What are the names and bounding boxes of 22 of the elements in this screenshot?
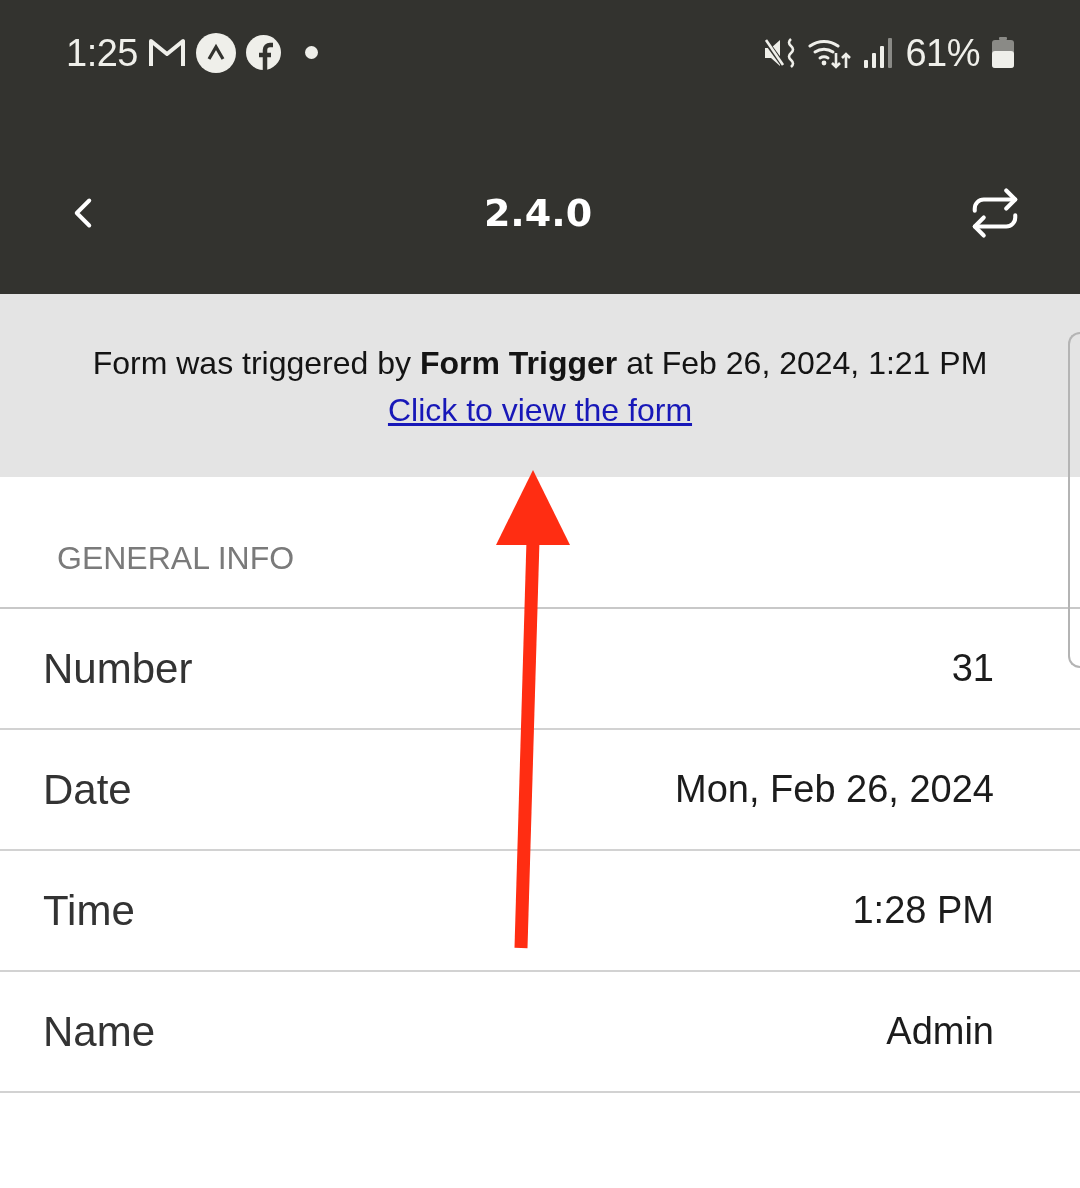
battery-percent: 61% — [905, 33, 980, 72]
field-value: 31 — [951, 647, 994, 690]
trigger-message: Form was triggered by Form Trigger at Feb 26, 2024, 1:21 PM — [92, 344, 988, 383]
field-label: Date — [43, 765, 132, 814]
signal-icon — [864, 37, 894, 68]
mute-icon — [763, 37, 797, 68]
battery-icon — [992, 37, 1014, 68]
f-logo-icon — [245, 35, 281, 70]
m-logo-icon — [147, 37, 186, 68]
edge-panel-handle[interactable] — [1068, 332, 1080, 668]
view-form-link[interactable]: Click to view the form — [387, 388, 693, 432]
field-label: Number — [43, 644, 193, 693]
status-time: 1:25 — [66, 33, 138, 72]
caret-circle-icon — [195, 32, 236, 73]
screen-title: 2.4.0 — [483, 193, 593, 232]
field-value: Mon, Feb 26, 2024 — [675, 768, 994, 811]
field-label: Time — [43, 886, 135, 935]
notification-dot-icon — [304, 46, 318, 59]
field-label: Name — [43, 1007, 156, 1056]
field-value: Admin — [886, 1010, 994, 1053]
section-title: GENERAL INFO — [57, 540, 295, 576]
field-value: 1:28 PM — [852, 889, 994, 932]
